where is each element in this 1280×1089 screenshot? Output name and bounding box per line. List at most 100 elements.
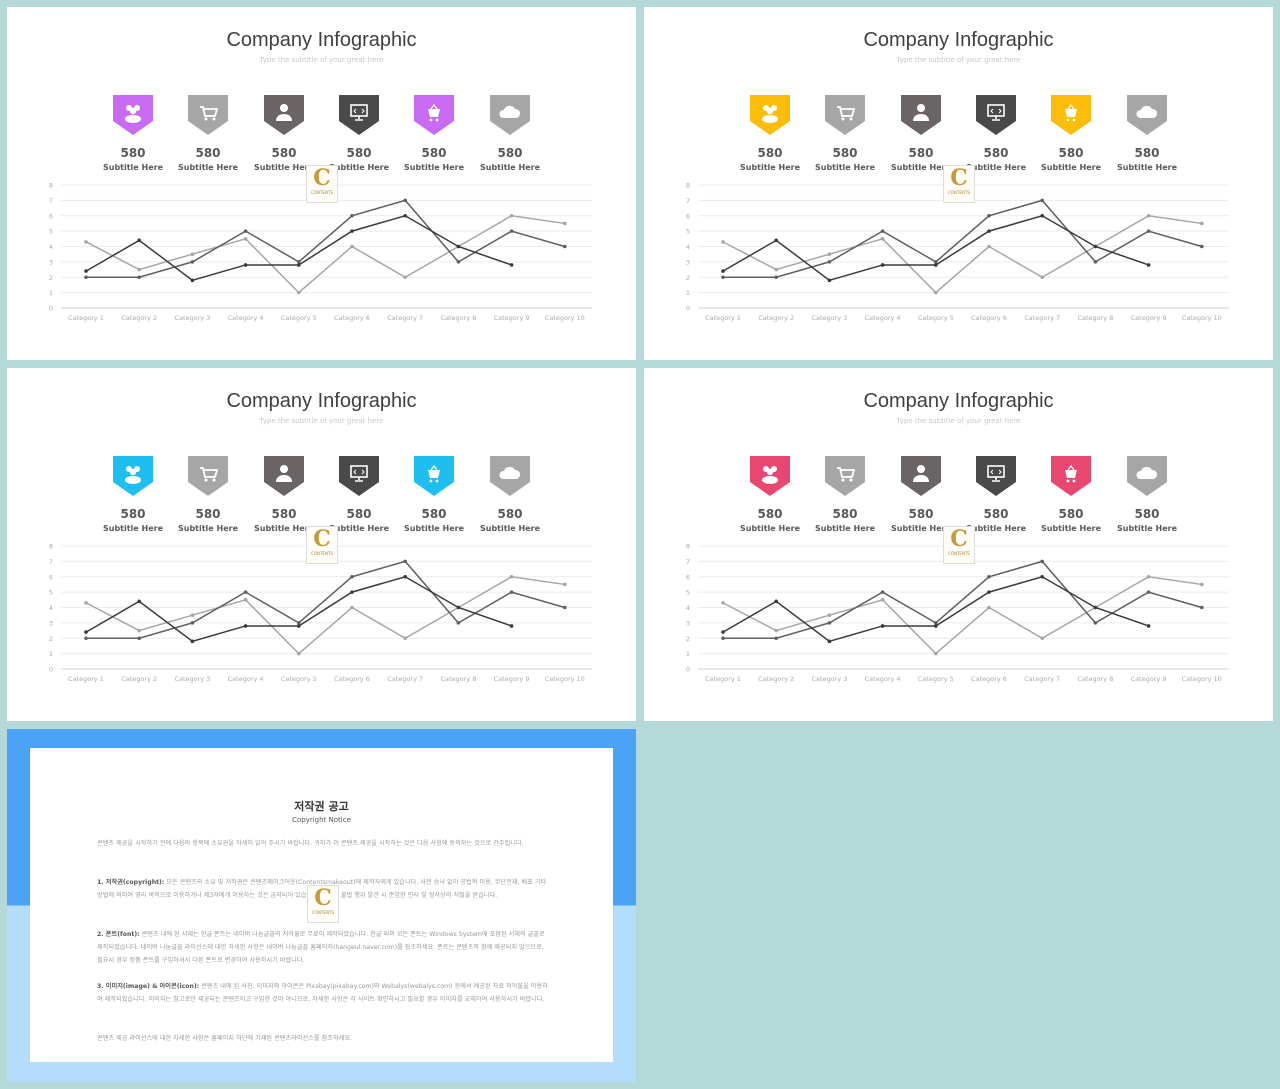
watermark-letter: C	[313, 526, 331, 552]
x-tick-label: Category 9	[1131, 675, 1167, 683]
x-tick-label: Category 4	[228, 675, 264, 683]
x-tick-label: Category 8	[440, 675, 476, 683]
y-tick-label: 5	[49, 589, 53, 597]
x-tick-label: Category 1	[705, 314, 741, 322]
x-tick-label: Category 5	[918, 675, 954, 683]
infographic-slide: Company Infographic Type the subtitle of…	[7, 368, 636, 721]
data-point	[456, 260, 461, 264]
y-tick-label: 3	[686, 619, 690, 627]
data-point	[827, 252, 832, 256]
y-tick-label: 7	[49, 197, 53, 205]
watermark-logo: C CONTENTS	[307, 885, 339, 923]
series-line	[723, 560, 1203, 639]
data-point	[774, 267, 778, 272]
x-tick-label: Category 7	[1024, 675, 1060, 683]
y-tick-label: 5	[686, 589, 690, 597]
x-tick-label: Category 5	[918, 314, 954, 322]
data-point	[934, 651, 938, 656]
y-tick-label: 0	[49, 666, 53, 674]
data-point	[880, 598, 885, 602]
data-point	[1200, 244, 1204, 249]
data-point	[721, 630, 725, 634]
data-point	[774, 275, 778, 280]
data-point	[297, 290, 301, 295]
x-tick-label: Category 6	[971, 675, 1007, 683]
y-tick-label: 5	[49, 228, 53, 236]
x-tick-label: Category 8	[1077, 314, 1113, 322]
y-tick-label: 8	[49, 543, 53, 551]
data-point	[297, 624, 301, 628]
watermark-letter: C	[950, 526, 968, 552]
x-tick-label: Category 10	[545, 675, 585, 683]
data-point	[1146, 590, 1151, 594]
x-tick-label: Category 8	[440, 314, 476, 322]
y-tick-label: 2	[686, 635, 690, 643]
x-tick-label: Category 4	[228, 314, 264, 322]
series-line	[85, 214, 512, 282]
data-point	[243, 598, 248, 602]
data-point	[1200, 605, 1204, 610]
data-point	[403, 636, 408, 641]
data-point	[987, 244, 991, 249]
data-point	[84, 601, 88, 605]
data-point	[243, 237, 248, 241]
data-point	[934, 263, 938, 267]
y-tick-label: 3	[686, 258, 690, 266]
watermark-logo: C CONTENTS	[306, 526, 338, 564]
y-tick-label: 8	[686, 543, 690, 551]
data-point	[350, 605, 354, 610]
data-point	[350, 244, 354, 249]
y-tick-label: 4	[49, 243, 53, 251]
data-point	[1146, 574, 1151, 579]
y-tick-label: 1	[49, 650, 53, 658]
data-point	[137, 636, 141, 641]
data-point	[509, 263, 514, 267]
data-point	[403, 275, 408, 280]
notice-title: 저작권 공고	[294, 800, 349, 813]
notice-outro: 콘텐츠 제공 라이선스에 대한 자세한 사항은 홈페이지 하단에 기재된 콘텐츠…	[97, 1035, 353, 1042]
data-point	[827, 278, 832, 283]
data-point	[403, 574, 408, 579]
notice-item-image: 3. 이미지(image) & 아이콘(icon): 콘텐츠 내에 된 사진, …	[97, 981, 549, 1007]
x-tick-label: Category 6	[971, 314, 1007, 322]
data-point	[774, 636, 778, 641]
data-point	[137, 275, 141, 280]
data-point	[827, 621, 832, 625]
data-point	[1040, 213, 1044, 218]
data-point	[509, 590, 514, 594]
data-point	[827, 613, 832, 617]
y-tick-label: 1	[686, 289, 690, 297]
watermark-text: CONTENTS	[311, 551, 333, 556]
data-point	[243, 624, 248, 628]
y-tick-label: 4	[686, 243, 690, 251]
y-tick-label: 5	[686, 228, 690, 236]
x-tick-label: Category 2	[758, 675, 794, 683]
data-point	[987, 605, 991, 610]
y-tick-label: 0	[686, 666, 690, 674]
data-point	[721, 269, 725, 273]
x-tick-label: Category 4	[865, 314, 901, 322]
data-point	[509, 574, 514, 579]
data-point	[1093, 244, 1098, 249]
x-tick-label: Category 7	[387, 675, 423, 683]
data-point	[243, 590, 248, 594]
data-point	[563, 221, 567, 226]
data-point	[403, 198, 408, 203]
y-tick-label: 2	[686, 274, 690, 282]
y-tick-label: 2	[49, 635, 53, 643]
data-point	[563, 244, 567, 249]
y-tick-label: 8	[49, 182, 53, 190]
infographic-slide: Company Infographic Type the subtitle of…	[644, 368, 1273, 721]
data-point	[934, 260, 938, 264]
data-point	[137, 267, 141, 272]
x-tick-label: Category 7	[387, 314, 423, 322]
x-tick-label: Category 2	[121, 675, 157, 683]
infographic-slide: Company Infographic Type the subtitle of…	[7, 7, 636, 360]
data-point	[1200, 582, 1204, 587]
x-tick-label: Category 3	[811, 314, 847, 322]
data-point	[403, 559, 408, 564]
data-point	[84, 630, 88, 634]
data-point	[350, 229, 354, 233]
y-tick-label: 6	[49, 212, 53, 220]
item-head: 2. 폰트(font):	[97, 931, 140, 938]
